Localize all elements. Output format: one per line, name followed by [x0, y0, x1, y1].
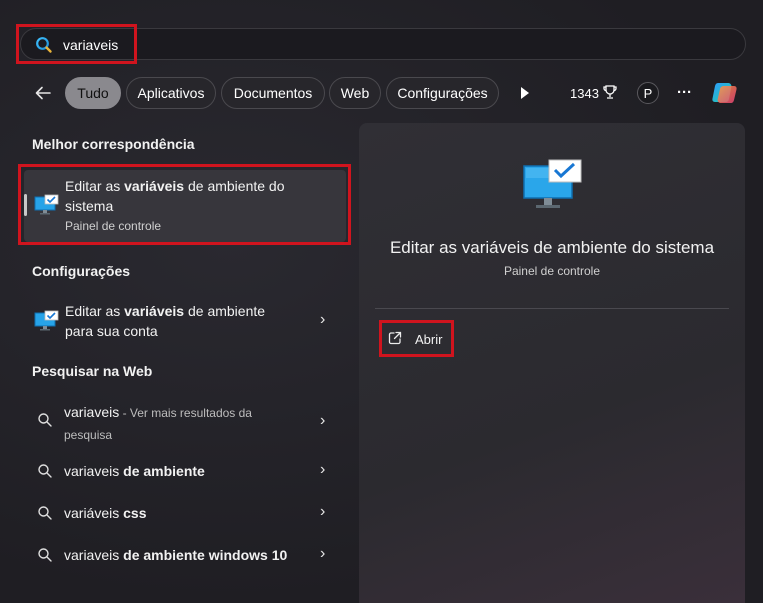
- search-icon: [38, 464, 52, 478]
- avatar-initial: P: [643, 85, 653, 101]
- settings-title-pre: Editar as: [65, 303, 125, 319]
- chevron-right-icon[interactable]: ›: [320, 545, 325, 563]
- play-icon[interactable]: [519, 85, 531, 101]
- monitor-check-icon: [523, 159, 582, 208]
- arrow-left-icon[interactable]: [33, 83, 53, 103]
- tab-web[interactable]: Web: [329, 77, 381, 109]
- web-result-main[interactable]: variaveis - Ver mais resultados da pesqu…: [64, 402, 294, 446]
- search-icon: [38, 548, 52, 562]
- web-suggestion-2-bold: css: [119, 505, 147, 521]
- more-options-button[interactable]: ···: [677, 84, 692, 101]
- web-suggestion-3-bold: de ambiente windows 10: [119, 547, 288, 563]
- chevron-right-icon[interactable]: ›: [320, 311, 325, 329]
- copilot-icon[interactable]: [709, 77, 741, 109]
- web-suggestion-2[interactable]: variáveis css: [64, 503, 147, 523]
- settings-item-title: Editar as variáveis de ambiente para sua…: [65, 301, 305, 341]
- web-suggestion-1[interactable]: variaveis de ambiente: [64, 461, 205, 481]
- chevron-right-icon[interactable]: ›: [320, 503, 325, 521]
- web-result-suffix: - Ver mais resultados da: [119, 406, 252, 420]
- monitor-check-icon: [34, 310, 59, 331]
- settings-title-bold: variáveis: [124, 303, 185, 319]
- tab-aplicativos[interactable]: Aplicativos: [126, 77, 216, 109]
- detail-divider: [375, 308, 729, 309]
- web-search-header: Pesquisar na Web: [32, 363, 153, 379]
- open-button-highlight: [379, 320, 454, 357]
- tab-documentos[interactable]: Documentos: [221, 77, 325, 109]
- detail-title: Editar as variáveis de ambiente do siste…: [389, 238, 715, 257]
- search-icon: [38, 506, 52, 520]
- rewards-points[interactable]: 1343: [570, 86, 599, 101]
- settings-header: Configurações: [32, 263, 131, 279]
- web-result-query: variaveis: [64, 404, 120, 420]
- web-result-line2: pesquisa: [64, 428, 113, 442]
- web-suggestion-1-bold: de ambiente: [119, 463, 205, 479]
- web-suggestion-3[interactable]: variaveis de ambiente windows 10: [64, 545, 287, 565]
- chevron-right-icon[interactable]: ›: [320, 461, 325, 479]
- web-suggestion-2-pre: variáveis: [64, 505, 120, 521]
- search-highlight: [16, 24, 137, 64]
- search-icon: [38, 413, 52, 427]
- trophy-icon: [603, 85, 617, 99]
- tab-tudo[interactable]: Tudo: [65, 77, 121, 109]
- chevron-right-icon[interactable]: ›: [320, 412, 325, 430]
- best-match-header: Melhor correspondência: [32, 136, 195, 152]
- web-suggestion-3-pre: variaveis: [64, 547, 120, 563]
- detail-panel: Editar as variáveis de ambiente do siste…: [359, 123, 745, 603]
- settings-title-post: de ambiente: [184, 303, 266, 319]
- settings-title-line2: para sua conta: [65, 323, 158, 339]
- detail-subtitle: Painel de controle: [503, 264, 601, 278]
- avatar[interactable]: P: [637, 82, 659, 104]
- best-match-highlight: [18, 164, 351, 245]
- tab-configuracoes[interactable]: Configurações: [386, 77, 499, 109]
- web-suggestion-1-pre: variaveis: [64, 463, 120, 479]
